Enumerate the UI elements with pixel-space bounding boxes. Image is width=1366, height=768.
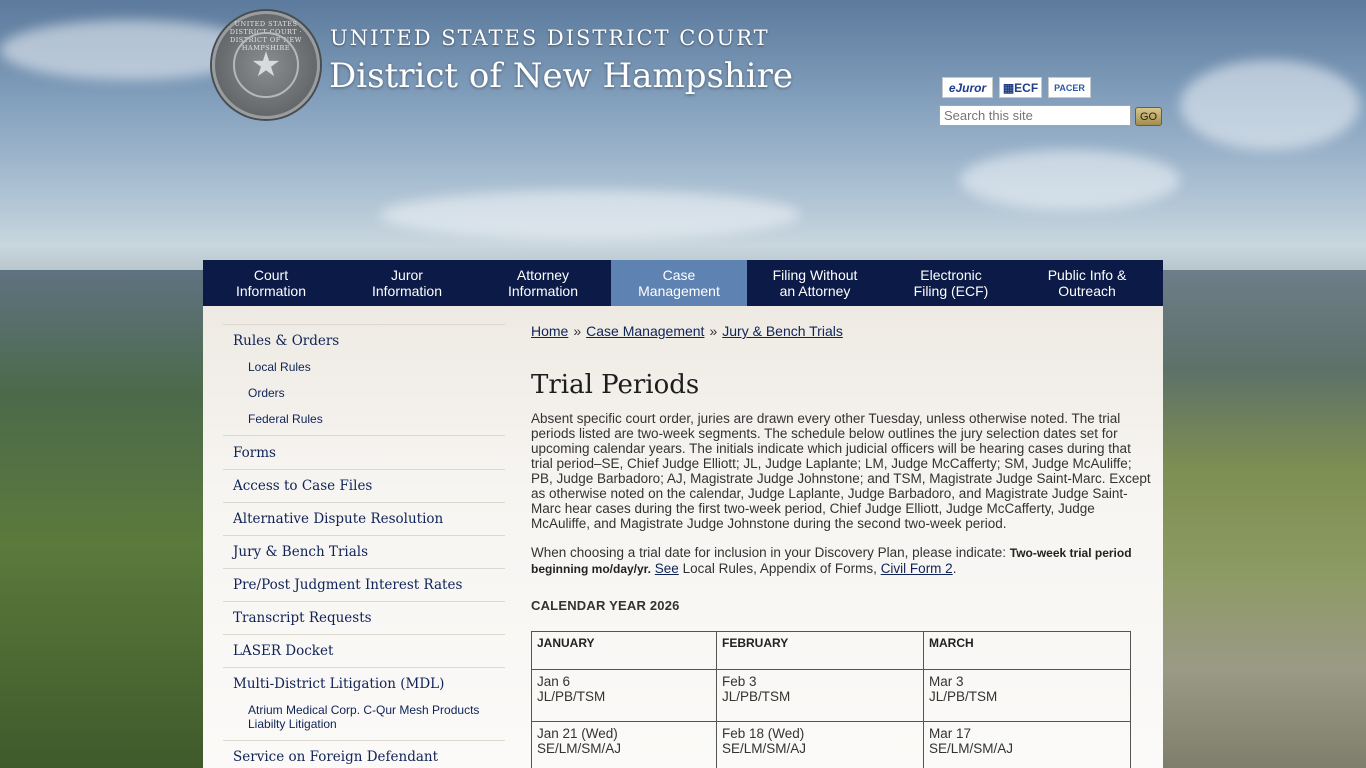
breadcrumb: Home» Case Management» Jury & Bench Trials [531, 324, 1151, 339]
search-input[interactable] [939, 105, 1131, 126]
see-text: Local Rules, Appendix of Forms, [678, 561, 881, 576]
eagle-icon: ★ [233, 32, 299, 98]
nav-label: Electronic Filing (ECF) [913, 267, 989, 299]
sidebar-item-service-foreign[interactable]: Service on Foreign Defendant [223, 741, 505, 768]
table-row: Jan 6 JL/PB/TSM Feb 3 JL/PB/TSM Mar 3 JL/PB… [531, 669, 1131, 722]
nav-label: Attorney Information [507, 267, 579, 299]
trial-date: Feb 3 [722, 674, 757, 689]
nav-label: Case Management [638, 267, 720, 299]
intro-paragraph: Absent specific court order, juries are … [531, 411, 1151, 531]
ecf-label: ECF [1014, 80, 1039, 95]
trial-judges: SE/LM/SM/AJ [929, 741, 1014, 756]
sidebar-subitem-local-rules[interactable]: Local Rules [223, 357, 505, 377]
breadcrumb-case-management[interactable]: Case Management [586, 323, 704, 339]
nav-filing-without-attorney[interactable]: Filing Without an Attorney [747, 260, 883, 306]
main-content: Home» Case Management» Jury & Bench Trials… [531, 324, 1151, 768]
cloud [1180, 60, 1360, 150]
table-cell: Mar 17 SE/LM/SM/AJ [923, 721, 1131, 768]
nav-label: Court Information [235, 267, 307, 299]
nav-label: Filing Without an Attorney [772, 267, 858, 299]
main-navigation: Court Information Juror Information Atto… [203, 260, 1163, 306]
sidebar-item-rules-orders[interactable]: Rules & Orders [223, 325, 505, 357]
sidebar-item-interest-rates[interactable]: Pre/Post Judgment Interest Rates [223, 569, 505, 602]
sidebar: Rules & Orders Local Rules Orders Federa… [223, 324, 505, 768]
sidebar-item-transcript-requests[interactable]: Transcript Requests [223, 602, 505, 635]
sidebar-group-rules: Rules & Orders Local Rules Orders Federa… [223, 324, 505, 436]
calendar-table: JANUARY FEBRUARY MARCH Jan 6 JL/PB/TSM Fe… [531, 631, 1131, 768]
trial-date: Mar 17 [929, 726, 972, 741]
background-landscape-left [0, 270, 210, 768]
ecf-link[interactable]: ▦ ECF [999, 77, 1042, 98]
nav-label: Juror Information [371, 267, 443, 299]
content-area: Rules & Orders Local Rules Orders Federa… [203, 306, 1163, 768]
trial-date: Jan 6 [537, 674, 571, 689]
trial-date: Jan 21 (Wed) [537, 726, 618, 741]
nav-electronic-filing[interactable]: Electronic Filing (ECF) [883, 260, 1019, 306]
ejuror-link[interactable]: eJuror [942, 77, 993, 98]
civil-form-2-link[interactable]: Civil Form 2 [881, 561, 953, 576]
calendar-year-heading: CALENDAR YEAR 2026 [531, 598, 680, 613]
pacer-link[interactable]: PACER [1048, 77, 1091, 98]
trial-judges: JL/PB/TSM [722, 689, 791, 704]
cloud [380, 190, 800, 240]
trial-judges: JL/PB/TSM [929, 689, 998, 704]
sidebar-subitem-federal-rules[interactable]: Federal Rules [223, 409, 505, 429]
nav-label: Public Info & Outreach [1047, 267, 1127, 299]
background-landscape-right [1156, 270, 1366, 768]
nav-public-info-outreach[interactable]: Public Info & Outreach [1019, 260, 1155, 306]
table-header-cell: MARCH [923, 631, 1131, 670]
court-label[interactable]: UNITED STATES DISTRICT COURT [330, 26, 770, 50]
period: . [952, 561, 957, 576]
breadcrumb-jury-bench-trials[interactable]: Jury & Bench Trials [722, 323, 843, 339]
sidebar-subitem-orders[interactable]: Orders [223, 383, 505, 403]
table-cell: Jan 21 (Wed) SE/LM/SM/AJ [531, 721, 717, 768]
table-header-cell: JANUARY [531, 631, 717, 670]
sidebar-item-jury-bench-trials[interactable]: Jury & Bench Trials [223, 536, 505, 569]
sidebar-group-mdl: Multi-District Litigation (MDL) Atrium M… [223, 668, 505, 741]
sidebar-item-adr[interactable]: Alternative Dispute Resolution [223, 503, 505, 536]
page-title: Trial Periods [531, 370, 700, 400]
sidebar-item-forms[interactable]: Forms [223, 436, 505, 470]
table-header-cell: FEBRUARY [716, 631, 924, 670]
breadcrumb-home[interactable]: Home [531, 323, 568, 339]
nav-attorney-information[interactable]: Attorney Information [475, 260, 611, 306]
search-go-button[interactable]: GO [1135, 107, 1162, 126]
court-seal-logo[interactable]: UNITED STATES DISTRICT COURT · DISTRICT … [212, 11, 320, 119]
nav-court-information[interactable]: Court Information [203, 260, 339, 306]
discovery-plan-note: When choosing a trial date for inclusion… [531, 545, 1151, 577]
table-cell: Feb 3 JL/PB/TSM [716, 669, 924, 722]
sidebar-item-access-case-files[interactable]: Access to Case Files [223, 470, 505, 503]
see-link[interactable]: See [655, 561, 679, 576]
trial-date: Feb 18 (Wed) [722, 726, 805, 741]
trial-judges: SE/LM/SM/AJ [537, 741, 622, 756]
table-row: Jan 21 (Wed) SE/LM/SM/AJ Feb 18 (Wed) SE/L… [531, 721, 1131, 768]
breadcrumb-separator: » [709, 323, 718, 339]
nav-juror-information[interactable]: Juror Information [339, 260, 475, 306]
ecf-icon: ▦ [1002, 80, 1015, 95]
table-cell: Feb 18 (Wed) SE/LM/SM/AJ [716, 721, 924, 768]
cloud [960, 150, 1180, 210]
trial-date: Mar 3 [929, 674, 964, 689]
trial-judges: JL/PB/TSM [537, 689, 606, 704]
table-cell: Jan 6 JL/PB/TSM [531, 669, 717, 722]
sidebar-subitem-atrium[interactable]: Atrium Medical Corp. C-Qur Mesh Products… [223, 700, 505, 734]
sidebar-item-mdl[interactable]: Multi-District Litigation (MDL) [223, 668, 505, 700]
table-header-row: JANUARY FEBRUARY MARCH [531, 631, 1131, 670]
table-cell: Mar 3 JL/PB/TSM [923, 669, 1131, 722]
note-text: When choosing a trial date for inclusion… [531, 545, 1010, 560]
breadcrumb-separator: » [573, 323, 582, 339]
district-title[interactable]: District of New Hampshire [329, 56, 793, 96]
trial-judges: SE/LM/SM/AJ [722, 741, 807, 756]
nav-case-management[interactable]: Case Management [611, 260, 747, 306]
sidebar-item-laser-docket[interactable]: LASER Docket [223, 635, 505, 668]
